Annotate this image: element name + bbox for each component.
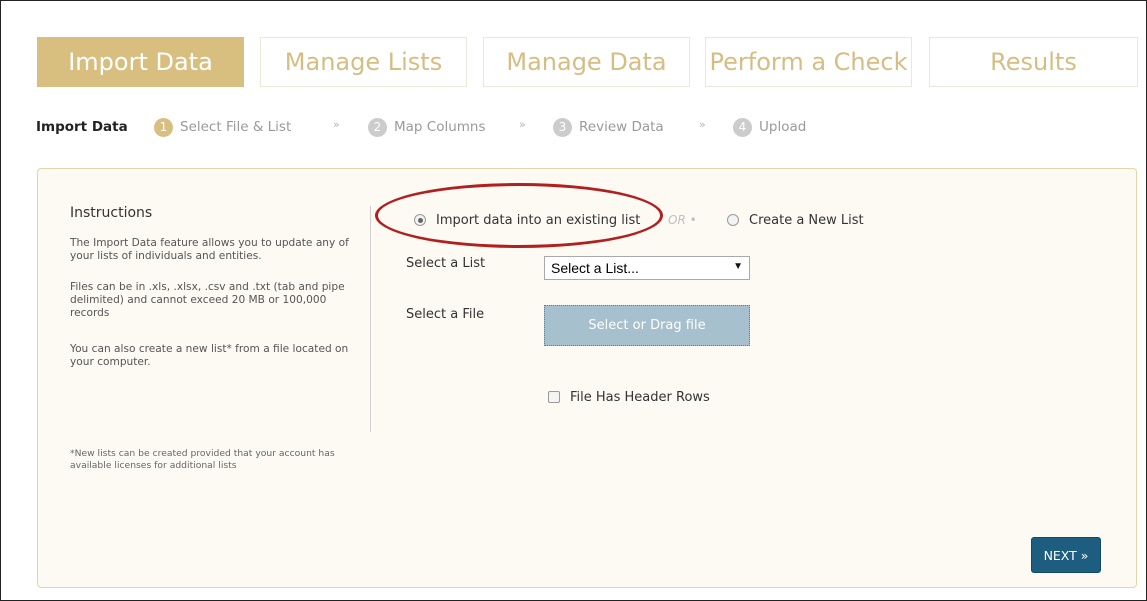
tab-perform-a-check[interactable]: Perform a Check [705,37,912,87]
instructions-paragraph: You can also create a new list* from a f… [70,343,349,368]
step-separator-icon: » [519,118,526,131]
header-rows-option[interactable]: File Has Header Rows [548,388,710,406]
select-list-label: Select a List [406,256,486,271]
step-label: Map Columns [394,119,486,135]
step-number: 2 [368,117,387,137]
select-list-value: Select a List... [551,260,639,276]
select-file-button[interactable]: Select or Drag file [544,305,750,346]
tab-manage-data[interactable]: Manage Data [483,37,690,87]
or-separator: OR • [668,213,697,227]
step-select-file-list[interactable]: 1 Select File & List [154,116,291,138]
option-new-list[interactable]: Create a New List [727,209,864,231]
step-number: 3 [553,117,572,137]
tab-import-data[interactable]: Import Data [37,37,244,87]
chevron-down-icon: ▼ [733,261,743,272]
instructions-paragraph: The Import Data feature allows you to up… [70,237,349,262]
tab-results[interactable]: Results [929,37,1138,87]
instructions-paragraph: Files can be in .xls, .xlsx, .csv and .t… [70,281,345,319]
step-number: 4 [733,117,752,137]
stepbar: Import Data [36,116,128,138]
vertical-divider [370,206,371,432]
tab-manage-lists[interactable]: Manage Lists [260,37,467,87]
radio-new-list[interactable] [727,214,739,226]
instructions-title: Instructions [70,205,153,221]
step-label: Select File & List [180,119,292,135]
header-rows-checkbox[interactable] [548,391,560,403]
option-new-label: Create a New List [749,212,864,228]
select-file-label: Select a File [406,307,485,322]
step-number: 1 [154,117,173,137]
select-list-dropdown[interactable]: Select a List... ▼ [544,256,750,280]
step-map-columns[interactable]: 2 Map Columns [368,116,486,138]
step-label: Upload [759,119,807,135]
step-separator-icon: » [333,118,340,131]
step-label: Review Data [579,119,664,135]
header-rows-label: File Has Header Rows [570,389,710,405]
highlight-annotation [375,183,663,248]
step-separator-icon: » [699,118,706,131]
next-button[interactable]: NEXT » [1031,537,1101,573]
instructions-note: *New lists can be created provided that … [70,448,335,471]
stepbar-title: Import Data [36,119,128,135]
step-review-data[interactable]: 3 Review Data [553,116,664,138]
step-upload[interactable]: 4 Upload [733,116,806,138]
